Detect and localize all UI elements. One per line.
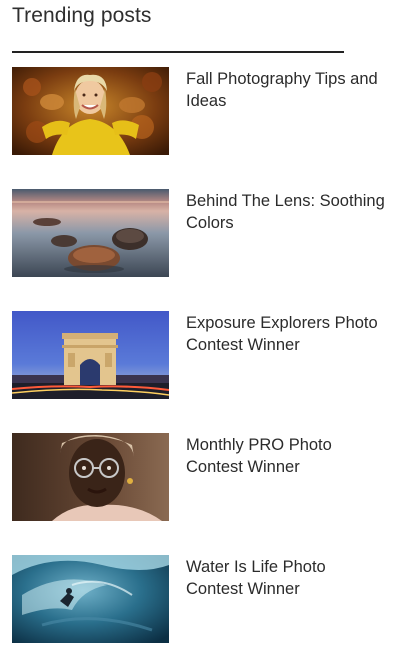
- post-item-monthly-pro[interactable]: Monthly PRO Photo Contest Winner: [12, 433, 392, 521]
- arc-de-triomphe-at-dusk-image: [12, 311, 169, 399]
- post-title[interactable]: Fall Photography Tips and Ideas: [186, 68, 386, 112]
- title-divider: [12, 51, 344, 53]
- widget-title: Trending posts: [12, 4, 152, 27]
- surfer-under-wave-image: [12, 555, 169, 643]
- rocks-in-calm-water-image: [12, 189, 169, 277]
- post-thumbnail[interactable]: [12, 311, 169, 399]
- post-item-fall-photography[interactable]: Fall Photography Tips and Ideas: [12, 67, 392, 155]
- post-item-water-is-life[interactable]: Water Is Life Photo Contest Winner: [12, 555, 392, 643]
- woman-portrait-with-glasses-image: [12, 433, 169, 521]
- post-item-exposure-explorers[interactable]: Exposure Explorers Photo Contest Winner: [12, 311, 392, 399]
- post-thumbnail[interactable]: [12, 189, 169, 277]
- post-item-behind-the-lens[interactable]: Behind The Lens: Soothing Colors: [12, 189, 392, 277]
- post-title[interactable]: Exposure Explorers Photo Contest Winner: [186, 312, 386, 356]
- post-title[interactable]: Behind The Lens: Soothing Colors: [186, 190, 386, 234]
- post-thumbnail[interactable]: [12, 433, 169, 521]
- trending-posts-widget: Trending posts Fall Photography Tips and…: [0, 0, 400, 655]
- post-title[interactable]: Monthly PRO Photo Contest Winner: [186, 434, 386, 478]
- post-thumbnail[interactable]: [12, 67, 169, 155]
- girl-in-autumn-leaves-image: [12, 67, 169, 155]
- post-title[interactable]: Water Is Life Photo Contest Winner: [186, 556, 386, 600]
- post-thumbnail[interactable]: [12, 555, 169, 643]
